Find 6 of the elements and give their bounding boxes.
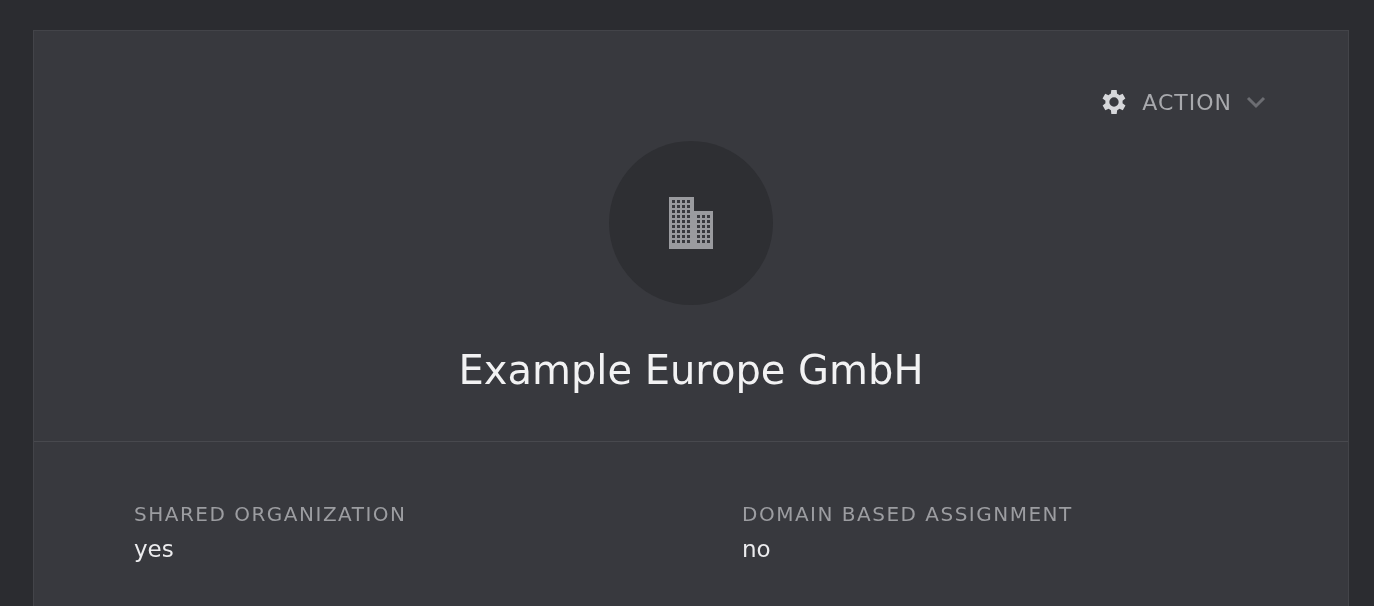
attribute-value: no — [742, 536, 772, 562]
action-button[interactable]: ACTION — [1098, 86, 1268, 118]
attribute-label: SHARED ORGANIZATION — [134, 502, 408, 526]
attribute-label: DOMAIN BASED ASSIGNMENT — [742, 502, 1074, 526]
attribute-value: yes — [134, 536, 175, 562]
organization-name: Example Europe GmbH — [458, 347, 924, 393]
